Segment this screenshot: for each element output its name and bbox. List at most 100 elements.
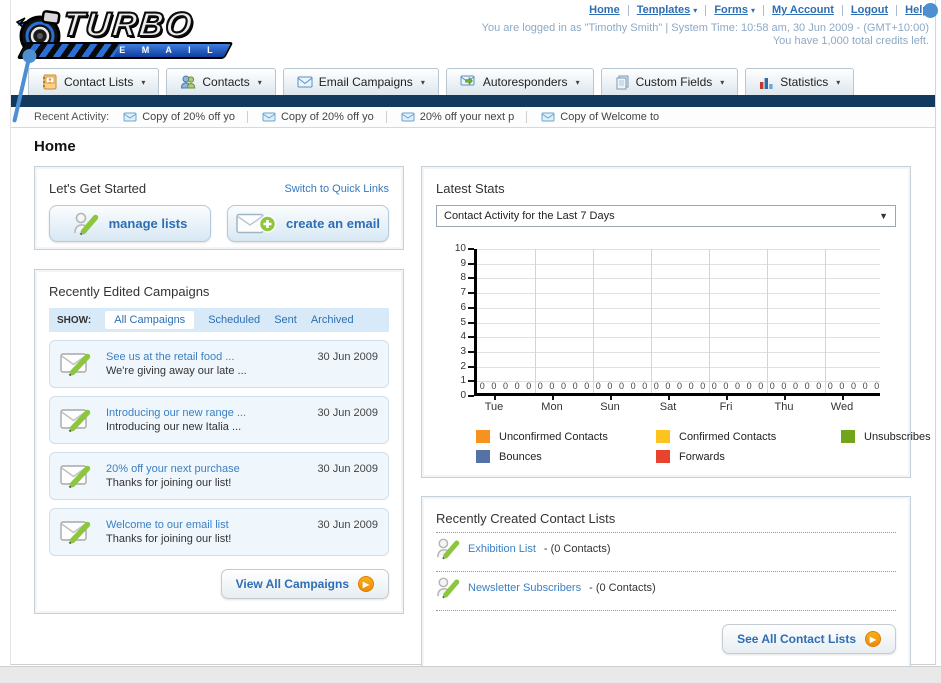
button-label: View All Campaigns xyxy=(235,577,349,591)
nav-link-my-account[interactable]: My Account xyxy=(772,4,834,16)
arrow-right-icon: ▶ xyxy=(865,631,881,647)
nav-link-home[interactable]: Home xyxy=(589,4,620,16)
legend-swatch xyxy=(476,450,490,463)
campaign-subtitle: Thanks for joining our list! xyxy=(106,533,232,545)
contact-list-link[interactable]: Newsletter Subscribers xyxy=(468,582,581,594)
envelope-icon xyxy=(123,112,137,122)
envelope-arrow-icon xyxy=(460,75,475,86)
envelope-pencil-icon xyxy=(60,409,91,433)
nav-link-forms[interactable]: Forms xyxy=(714,4,748,16)
tab-custom-fields[interactable]: Custom Fields ▾ xyxy=(600,68,739,95)
envelope-pencil-icon xyxy=(60,353,91,377)
chart-x-axis: Tue Mon Sun Sat Fri Thu Wed xyxy=(465,396,871,414)
filter-all-campaigns[interactable]: All Campaigns xyxy=(105,311,195,329)
turbo-email-logo: TURBO E M A I L xyxy=(11,4,251,60)
legend-swatch xyxy=(841,430,855,443)
filter-scheduled[interactable]: Scheduled xyxy=(208,314,260,326)
address-book-icon xyxy=(43,74,57,90)
tab-label: Statistics xyxy=(780,75,829,89)
campaign-date: 30 Jun 2009 xyxy=(317,351,378,363)
tab-autoresponders[interactable]: Autoresponders ▾ xyxy=(445,68,594,95)
panel-title: Recently Created Contact Lists xyxy=(436,511,616,526)
dotted-divider xyxy=(436,610,896,611)
campaign-item[interactable]: Introducing our new range ... Introducin… xyxy=(49,396,389,444)
nav-link-templates[interactable]: Templates xyxy=(637,4,691,16)
view-all-campaigns-button[interactable]: View All Campaigns ▶ xyxy=(220,569,389,599)
filter-sent[interactable]: Sent xyxy=(274,314,297,326)
envelope-pencil-icon xyxy=(60,465,91,489)
decorative-dot xyxy=(923,3,938,18)
button-label: create an email xyxy=(286,216,380,231)
campaign-item[interactable]: See us at the retail food ... We're givi… xyxy=(49,340,389,388)
chevron-down-icon: ▾ xyxy=(693,5,698,15)
envelope-icon xyxy=(541,112,555,122)
see-all-contact-lists-button[interactable]: See All Contact Lists ▶ xyxy=(722,624,896,654)
switch-to-quick-links-link[interactable]: Switch to Quick Links xyxy=(284,183,389,195)
logo-title: TURBO xyxy=(60,5,197,45)
filter-archived[interactable]: Archived xyxy=(311,314,354,326)
campaign-title-link[interactable]: 20% off your next purchase xyxy=(106,463,307,475)
legend-swatch xyxy=(476,430,490,443)
button-label: See All Contact Lists xyxy=(737,632,856,646)
campaign-item[interactable]: Welcome to our email list Thanks for joi… xyxy=(49,508,389,556)
manage-lists-button[interactable]: manage lists xyxy=(49,205,211,242)
recent-activity-text: Copy of 20% off yo xyxy=(142,111,235,123)
logo-subtitle: E M A I L xyxy=(118,45,220,55)
campaign-subtitle: Thanks for joining our list! xyxy=(106,477,232,489)
chevron-down-icon: ▾ xyxy=(575,77,580,87)
nav-separator xyxy=(705,4,707,16)
legend-label: Bounces xyxy=(499,450,542,463)
button-label: manage lists xyxy=(108,216,188,231)
people-icon xyxy=(181,75,196,89)
chevron-down-icon: ▾ xyxy=(420,77,425,87)
panel-title: Latest Stats xyxy=(436,181,505,196)
chevron-down-icon: ▾ xyxy=(836,77,841,87)
recent-activity-item[interactable]: Copy of Welcome to xyxy=(541,111,671,123)
page-bottom-strip xyxy=(0,666,941,683)
person-pencil-icon xyxy=(437,538,460,560)
campaign-title-link[interactable]: See us at the retail food ... xyxy=(106,351,307,363)
nav-link-logout[interactable]: Logout xyxy=(851,4,888,16)
legend-item: Unconfirmed Contacts xyxy=(476,430,656,443)
logo-email-bar: E M A I L xyxy=(16,42,234,59)
legend-swatch xyxy=(656,430,670,443)
tab-email-campaigns[interactable]: Email Campaigns ▾ xyxy=(282,68,439,95)
tab-label: Email Campaigns xyxy=(318,75,413,89)
campaign-item[interactable]: 20% off your next purchase Thanks for jo… xyxy=(49,452,389,500)
tab-contact-lists[interactable]: Contact Lists ▾ xyxy=(28,68,160,95)
tab-contacts[interactable]: Contacts ▾ xyxy=(166,68,276,95)
stats-activity-select[interactable]: Contact Activity for the Last 7 Days ▼ xyxy=(436,205,896,227)
latest-stats-panel: Latest Stats Contact Activity for the La… xyxy=(421,166,931,478)
navy-divider-bar xyxy=(11,95,935,107)
recent-activity-bar: Recent Activity: Copy of 20% off yo Copy… xyxy=(11,107,935,128)
campaign-date: 30 Jun 2009 xyxy=(317,519,378,531)
campaign-title-link[interactable]: Welcome to our email list xyxy=(106,519,307,531)
envelope-icon xyxy=(262,112,276,122)
tab-statistics[interactable]: Statistics ▾ xyxy=(745,68,855,95)
campaign-filter-bar: SHOW: All Campaigns Scheduled Sent Archi… xyxy=(49,308,389,332)
contact-list-item[interactable]: Newsletter Subscribers - (0 Contacts) xyxy=(436,572,896,604)
chart-legend: Unconfirmed Contacts Confirmed Contacts Un… xyxy=(476,430,931,463)
contact-list-link[interactable]: Exhibition List xyxy=(468,543,536,555)
create-an-email-button[interactable]: create an email xyxy=(227,205,389,242)
main-content: Home Let's Get Started Switch to Quick L… xyxy=(11,128,935,669)
legend-item: Forwards xyxy=(656,450,841,463)
legend-item: Bounces xyxy=(476,450,656,463)
legend-item: Unsubscribes xyxy=(841,430,931,443)
arrow-right-icon: ▶ xyxy=(358,576,374,592)
contact-list-count: - (0 Contacts) xyxy=(543,543,611,555)
recently-edited-campaigns-panel: Recently Edited Campaigns SHOW: All Camp… xyxy=(34,269,404,614)
recent-activity-item[interactable]: 20% off your next p xyxy=(401,111,528,123)
contact-list-item[interactable]: Exhibition List - (0 Contacts) xyxy=(436,533,896,565)
chevron-down-icon: ▾ xyxy=(141,77,146,87)
recent-activity-item[interactable]: Copy of 20% off yo xyxy=(262,111,387,123)
contact-list-count: - (0 Contacts) xyxy=(589,582,656,594)
campaign-title-link[interactable]: Introducing our new range ... xyxy=(106,407,307,419)
recent-activity-label: Recent Activity: xyxy=(34,111,110,123)
contact-activity-chart: 0 1 2 3 4 5 6 7 8 9 10 000000000000000000000000000… xyxy=(448,244,896,401)
recent-activity-item[interactable]: Copy of 20% off yo xyxy=(123,111,248,123)
legend-label: Confirmed Contacts xyxy=(679,430,777,443)
login-status-text: You are logged in as "Timothy Smith" | S… xyxy=(481,22,929,34)
app-window: TURBO E M A I L Home Templates ▾ Forms ▾ M… xyxy=(10,0,938,669)
chevron-down-icon: ▾ xyxy=(720,77,725,87)
